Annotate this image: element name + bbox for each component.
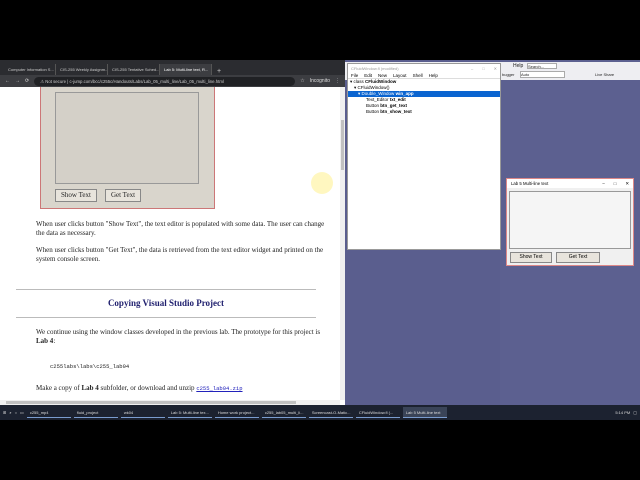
paragraph: We continue using the window classes dev… bbox=[36, 328, 321, 345]
debugger-select[interactable]: Auto bbox=[520, 71, 565, 78]
lab5-title: Lab 5 Multi-line text bbox=[511, 181, 549, 186]
menu-shell[interactable]: Shell bbox=[413, 73, 423, 78]
tree-item[interactable]: Button btn_show_text bbox=[348, 109, 500, 115]
address-bar-row: ← → ⟳ ⚠ Not secure | c-jump.com/bcc/c255… bbox=[0, 75, 345, 87]
start-icon[interactable]: ⊞ bbox=[3, 410, 6, 415]
menu-file[interactable]: File bbox=[351, 73, 358, 78]
screenshot-show-button: Show Text bbox=[55, 189, 97, 202]
taskbar-item[interactable]: CFluidWindow.fl (... bbox=[355, 407, 400, 418]
maximize-icon[interactable]: □ bbox=[614, 181, 617, 186]
taskbar: ⊞ ⌕ ○ ▭ c255_mp4 fluid_project wk04 Lab … bbox=[0, 405, 640, 420]
tab-active[interactable]: Lab 5: Multi-line text, R... bbox=[160, 64, 212, 75]
taskbar-item[interactable]: fluid_project bbox=[73, 407, 118, 418]
minimize-icon[interactable]: – bbox=[602, 181, 604, 186]
cortana-icon[interactable]: ○ bbox=[15, 410, 17, 415]
taskbar-item[interactable]: c255_lab05_multi_li... bbox=[261, 407, 306, 418]
menu-edit[interactable]: Edit bbox=[364, 73, 372, 78]
taskbar-item[interactable]: Lab 5: Multi-line tex... bbox=[167, 407, 212, 418]
show-text-button[interactable]: Show Text bbox=[510, 252, 552, 263]
menu-help[interactable]: Help bbox=[429, 73, 438, 78]
horizontal-scrollbar-thumb[interactable] bbox=[6, 401, 296, 404]
forward-icon[interactable]: → bbox=[15, 78, 20, 84]
paragraph: When user clicks button "Get Text", the … bbox=[36, 246, 324, 263]
taskbar-item[interactable]: wk04 bbox=[120, 407, 165, 418]
url-input[interactable]: ⚠ Not secure | c-jump.com/bcc/c255c/Hand… bbox=[34, 76, 296, 86]
security-label: Not secure bbox=[45, 78, 67, 84]
fluid-title: CFluidWindow.fl (modified) bbox=[351, 66, 399, 71]
new-tab-icon[interactable]: + bbox=[212, 68, 226, 75]
clock[interactable]: 5:14 PM bbox=[615, 410, 630, 415]
vs-search-input[interactable]: Search... bbox=[527, 63, 557, 69]
task-view-icon[interactable]: ▭ bbox=[20, 410, 24, 415]
back-icon[interactable]: ← bbox=[5, 78, 10, 84]
search-icon[interactable]: ⌕ bbox=[9, 410, 11, 415]
screenshot-get-button: Get Text bbox=[105, 189, 141, 202]
taskbar-item-active[interactable]: Lab 5 Multi-line text bbox=[402, 407, 447, 418]
lab5-title-bar: Lab 5 Multi-line text – □ ✕ bbox=[507, 179, 633, 188]
paragraph: When user clicks button "Show Text", the… bbox=[36, 220, 325, 237]
tab[interactable]: CIS-255 Weekly Assignm... bbox=[56, 64, 108, 75]
tab[interactable]: Computer Information S... bbox=[4, 64, 56, 75]
divider bbox=[16, 317, 316, 318]
divider bbox=[16, 289, 316, 290]
tab-bar: Computer Information S... CIS-255 Weekly… bbox=[0, 60, 345, 75]
vertical-scrollbar-thumb[interactable] bbox=[341, 120, 344, 170]
download-link[interactable]: c255_lab04.zip bbox=[196, 385, 242, 392]
section-heading: Copying Visual Studio Project bbox=[107, 298, 225, 308]
taskbar-item[interactable]: Home work project... bbox=[214, 407, 259, 418]
maximize-icon[interactable]: □ bbox=[482, 66, 484, 71]
vs-menu-help[interactable]: Help bbox=[513, 63, 523, 69]
tab[interactable]: CIS-255 Tentative Sched... bbox=[108, 64, 160, 75]
cursor-highlight bbox=[311, 172, 333, 194]
text-editor[interactable] bbox=[509, 191, 631, 249]
notification-icon[interactable]: ▢ bbox=[633, 410, 637, 415]
reload-icon[interactable]: ⟳ bbox=[25, 78, 29, 84]
fluid-window: CFluidWindow.fl (modified) – □ ✕ File Edit … bbox=[347, 63, 501, 250]
close-icon[interactable]: ✕ bbox=[494, 66, 497, 71]
menu-layout[interactable]: Layout bbox=[393, 73, 407, 78]
screenshot-editor bbox=[55, 92, 199, 184]
live-share-button[interactable]: Live Share bbox=[595, 72, 614, 77]
menu-icon[interactable]: ⋮ bbox=[335, 78, 340, 84]
minimize-icon[interactable]: – bbox=[471, 66, 473, 71]
paragraph: Make a copy of Lab 4 subfolder, or downl… bbox=[36, 384, 243, 392]
lab5-window: Lab 5 Multi-line text – □ ✕ Show Text Get T… bbox=[506, 178, 634, 266]
screenshot-image: Show Text Get Text bbox=[40, 87, 215, 209]
fluid-menu-bar: File Edit New Layout Shell Help bbox=[348, 72, 500, 79]
code-path: c255labs\labs\c255_lab04 bbox=[50, 363, 130, 370]
page-content: Show Text Get Text When user clicks butt… bbox=[0, 87, 340, 400]
browser-window: Computer Information S... CIS-255 Weekly… bbox=[0, 60, 345, 405]
star-icon[interactable]: ☆ bbox=[300, 78, 304, 84]
menu-new[interactable]: New bbox=[378, 73, 387, 78]
taskbar-item[interactable]: c255_mp4 bbox=[26, 407, 71, 418]
close-icon[interactable]: ✕ bbox=[625, 181, 629, 186]
get-text-button[interactable]: Get Text bbox=[556, 252, 600, 263]
url-text: c-jump.com/bcc/c255c/Handouts/Labs/Lab_0… bbox=[69, 78, 224, 84]
taskbar-item[interactable]: Screencast-O-Matic... bbox=[308, 407, 353, 418]
incognito-badge[interactable]: Incognito bbox=[310, 78, 330, 84]
debugger-label: bugger bbox=[502, 72, 515, 77]
fluid-title-bar: CFluidWindow.fl (modified) – □ ✕ bbox=[348, 64, 500, 72]
